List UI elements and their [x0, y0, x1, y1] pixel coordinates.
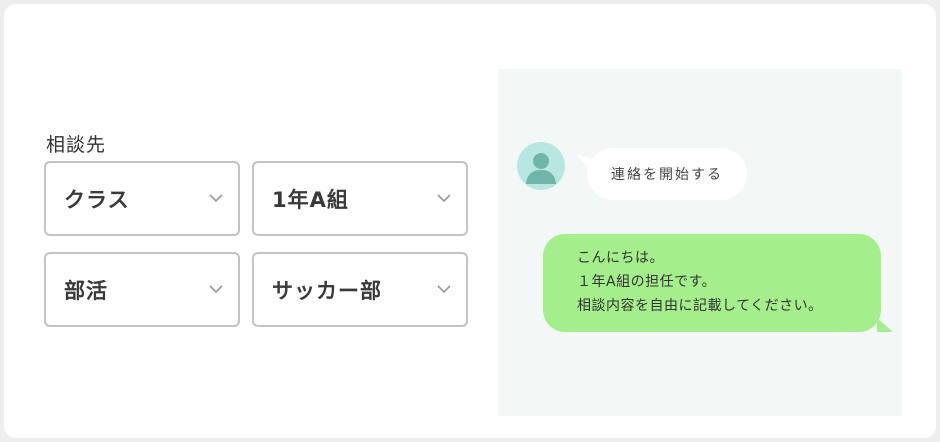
outgoing-message-line: こんにちは。: [577, 250, 664, 266]
user-avatar-icon: [517, 142, 565, 190]
outgoing-message-bubble: こんにちは。 １年A組の担任です。 相談内容を自由に記載してください。: [543, 234, 893, 332]
chevron-down-icon: [437, 194, 451, 203]
main-card: 相談先 クラス 1年A組 部活 サッカー部 連絡を開始する こんにちは。 １年A…: [4, 4, 936, 438]
consultation-target-label: 相談先: [46, 134, 107, 156]
category-select[interactable]: クラス: [44, 161, 240, 236]
outgoing-message-line: １年A組の担任です。: [577, 274, 717, 290]
chevron-down-icon: [209, 194, 223, 203]
outgoing-message-line: 相談内容を自由に記載してください。: [577, 298, 823, 314]
chevron-down-icon: [209, 285, 223, 294]
club-select-value: サッカー部: [272, 278, 382, 303]
group-type-select-value: 部活: [64, 278, 108, 303]
club-select[interactable]: サッカー部: [252, 252, 468, 327]
chat-panel: 連絡を開始する こんにちは。 １年A組の担任です。 相談内容を自由に記載してくだ…: [498, 69, 902, 416]
class-select[interactable]: 1年A組: [252, 161, 468, 236]
incoming-message-text: 連絡を開始する: [611, 167, 723, 183]
chevron-down-icon: [437, 285, 451, 294]
class-select-value: 1年A組: [272, 187, 349, 212]
bubble-tail: [877, 318, 893, 332]
category-select-value: クラス: [64, 187, 130, 212]
group-type-select[interactable]: 部活: [44, 252, 240, 327]
incoming-message-bubble: 連絡を開始する: [575, 148, 747, 200]
bubble-tail: [575, 154, 591, 170]
